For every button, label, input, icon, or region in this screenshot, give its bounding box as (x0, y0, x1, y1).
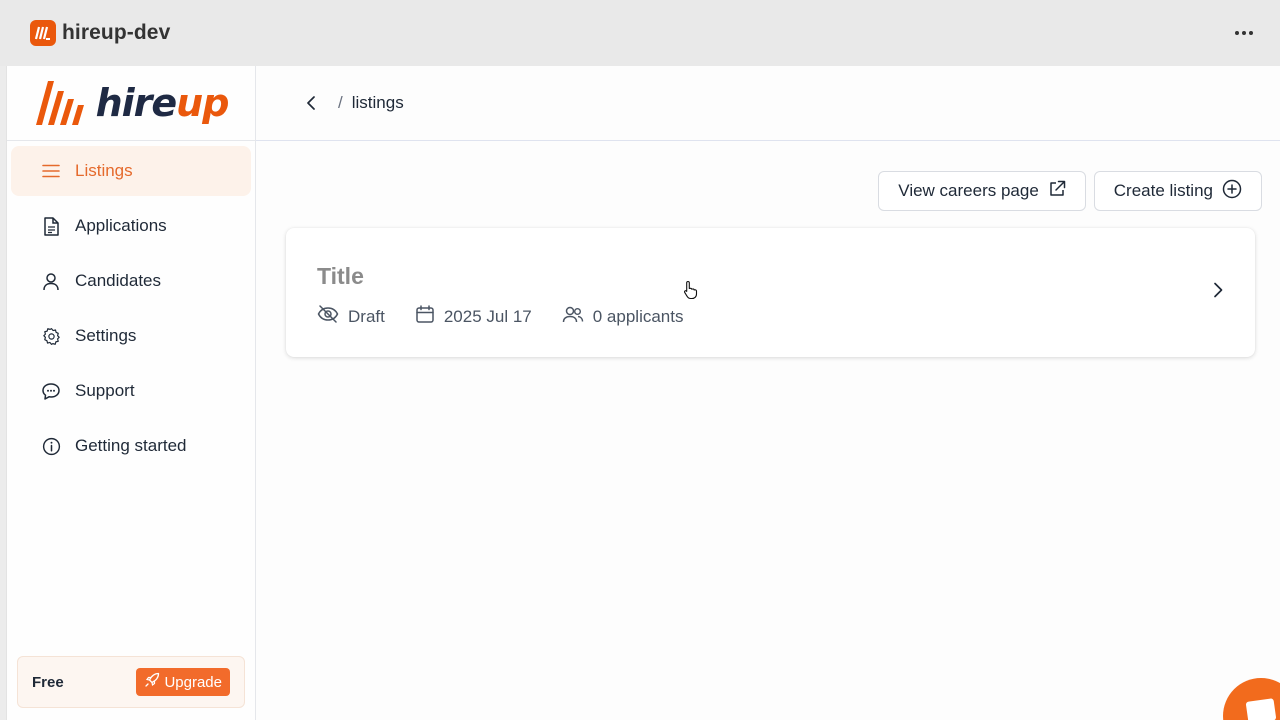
menu-icon (41, 161, 61, 181)
sidebar-item-label: Settings (75, 326, 137, 345)
sidebar-nav: Listings Applications Candidates Setting… (7, 141, 255, 481)
plus-circle-icon (1222, 179, 1242, 204)
sidebar-item-label: Getting started (75, 436, 187, 455)
sidebar-item-label: Support (75, 381, 135, 400)
document-icon (41, 216, 61, 236)
view-careers-page-button[interactable]: View careers page (878, 171, 1086, 211)
calendar-icon (415, 304, 435, 329)
create-listing-button[interactable]: Create listing (1093, 171, 1262, 211)
breadcrumb-separator: / (338, 93, 343, 112)
sidebar-item-label: Candidates (75, 271, 162, 290)
brand-logo[interactable]: hireup (7, 66, 255, 141)
page-actions: View careers page Create listing (878, 171, 1262, 211)
rocket-icon (144, 672, 160, 692)
eye-off-icon (317, 305, 339, 328)
app-logo-icon (30, 20, 56, 46)
users-icon (562, 305, 584, 329)
chat-widget-button[interactable] (1223, 678, 1280, 720)
info-icon (41, 436, 61, 456)
create-listing-label: Create listing (1113, 181, 1213, 200)
sidebar-item-candidates[interactable]: Candidates (11, 256, 251, 306)
listing-applicants: 0 applicants (562, 305, 684, 329)
listing-status: Draft (317, 305, 385, 328)
brand-wordmark-dark: hire (95, 81, 178, 125)
sidebar-item-settings[interactable]: Settings (11, 311, 251, 361)
gear-icon (41, 326, 61, 346)
brand-wordmark-accent: up (176, 81, 229, 125)
listing-card[interactable]: Title Draft 2025 Jul 17 0 applicants (286, 228, 1255, 357)
external-link-icon (1048, 180, 1066, 203)
sidebar-item-getting-started[interactable]: Getting started (11, 421, 251, 471)
plan-box: Free Upgrade (17, 656, 245, 708)
view-careers-label: View careers page (898, 181, 1039, 200)
sidebar-item-label: Applications (75, 216, 167, 235)
breadcrumb-current: listings (351, 93, 404, 112)
listing-applicants-label: 0 applicants (592, 306, 684, 326)
user-icon (41, 271, 61, 291)
listing-date-label: 2025 Jul 17 (443, 306, 532, 326)
sidebar-item-label: Listings (75, 161, 133, 180)
sidebar-item-applications[interactable]: Applications (11, 201, 251, 251)
chat-widget-icon (1245, 698, 1277, 720)
chevron-right-icon[interactable] (1213, 282, 1223, 303)
app-title: hireup-dev (62, 21, 171, 44)
listing-meta: Draft 2025 Jul 17 0 applicants (317, 304, 713, 329)
main-content: / listings View careers page Create list… (256, 66, 1280, 720)
sidebar-item-support[interactable]: Support (11, 366, 251, 416)
chat-icon (41, 381, 61, 401)
hand-cursor-icon (683, 280, 699, 305)
listing-title: Title (317, 263, 364, 289)
more-options-icon[interactable] (1230, 22, 1258, 44)
upgrade-button[interactable]: Upgrade (136, 668, 230, 696)
app-bar: hireup-dev (0, 0, 1280, 66)
back-chevron-icon[interactable] (300, 92, 322, 114)
listing-date: 2025 Jul 17 (415, 304, 532, 329)
upgrade-label: Upgrade (164, 673, 222, 691)
sidebar: hireup Listings Applications Candidates … (7, 66, 256, 720)
plan-label: Free (32, 673, 64, 691)
sidebar-item-listings[interactable]: Listings (11, 146, 251, 196)
listing-status-label: Draft (348, 306, 385, 326)
breadcrumb: / listings (256, 66, 1280, 141)
app-frame: hireup Listings Applications Candidates … (6, 66, 1280, 720)
